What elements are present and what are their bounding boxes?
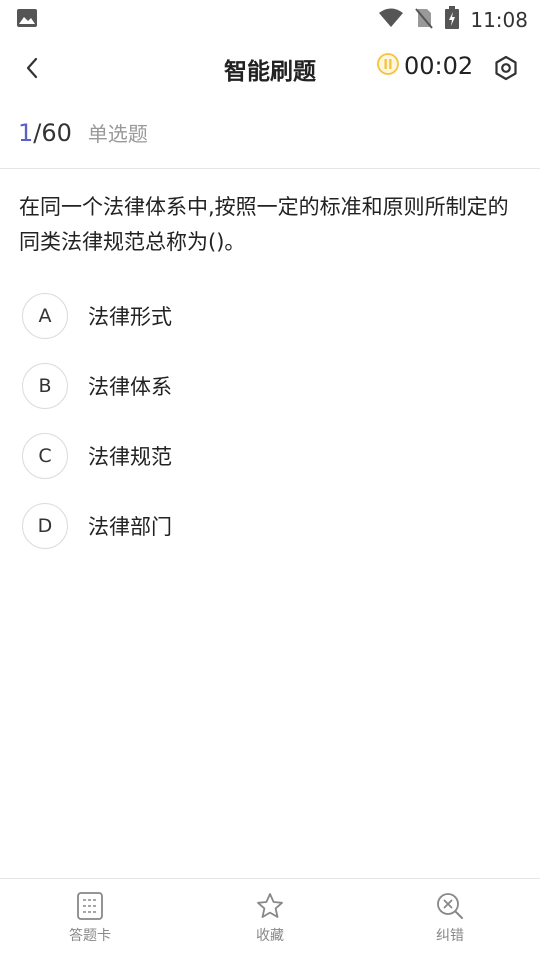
option-a[interactable]: A 法律形式 <box>22 281 522 351</box>
options-list: A 法律形式 B 法律体系 C 法律规范 D 法律部门 <box>22 281 522 561</box>
error-correction-icon <box>437 893 463 919</box>
tab-answer-card[interactable]: 答题卡 <box>30 891 150 945</box>
option-text: 法律形式 <box>88 305 172 329</box>
tab-label: 答题卡 <box>69 928 111 944</box>
question-progress: 1 / 60 单选题 <box>18 118 148 154</box>
option-letter: C <box>22 433 68 479</box>
answer-card-icon <box>77 892 103 920</box>
option-text: 法律规范 <box>88 445 172 469</box>
progress-separator: / <box>33 119 42 147</box>
wifi-icon <box>378 8 404 32</box>
timer[interactable]: 00:02 <box>376 52 473 80</box>
bottom-tab-bar: 答题卡 收藏 纠错 <box>0 878 540 961</box>
status-bar: 11:08 <box>0 0 540 36</box>
settings-button[interactable] <box>490 52 522 84</box>
timer-text: 00:02 <box>404 52 474 80</box>
star-icon <box>257 893 283 918</box>
status-time: 11:08 <box>470 8 528 32</box>
header: 智能刷题 00:02 <box>0 36 540 100</box>
option-letter: B <box>22 363 68 409</box>
tab-label: 纠错 <box>436 928 464 944</box>
tab-error-correction[interactable]: 纠错 <box>390 891 510 945</box>
gear-icon <box>495 55 517 81</box>
divider <box>0 168 540 169</box>
battery-charging-icon <box>444 6 460 34</box>
option-letter: A <box>22 293 68 339</box>
question-type: 单选题 <box>87 122 148 146</box>
progress-total: 60 <box>41 119 72 147</box>
no-sim-icon <box>414 7 434 33</box>
option-d[interactable]: D 法律部门 <box>22 491 522 561</box>
pause-icon[interactable] <box>376 52 400 80</box>
option-c[interactable]: C 法律规范 <box>22 421 522 491</box>
progress-current: 1 <box>18 119 34 147</box>
question-text: 在同一个法律体系中,按照一定的标准和原则所制定的同类法律规范总称为()。 <box>19 195 509 254</box>
image-notification-icon <box>16 8 38 32</box>
tab-label: 收藏 <box>256 928 284 944</box>
option-text: 法律体系 <box>88 375 172 399</box>
option-text: 法律部门 <box>88 515 172 539</box>
option-b[interactable]: B 法律体系 <box>22 351 522 421</box>
option-letter: D <box>22 503 68 549</box>
tab-favorite[interactable]: 收藏 <box>210 891 330 945</box>
